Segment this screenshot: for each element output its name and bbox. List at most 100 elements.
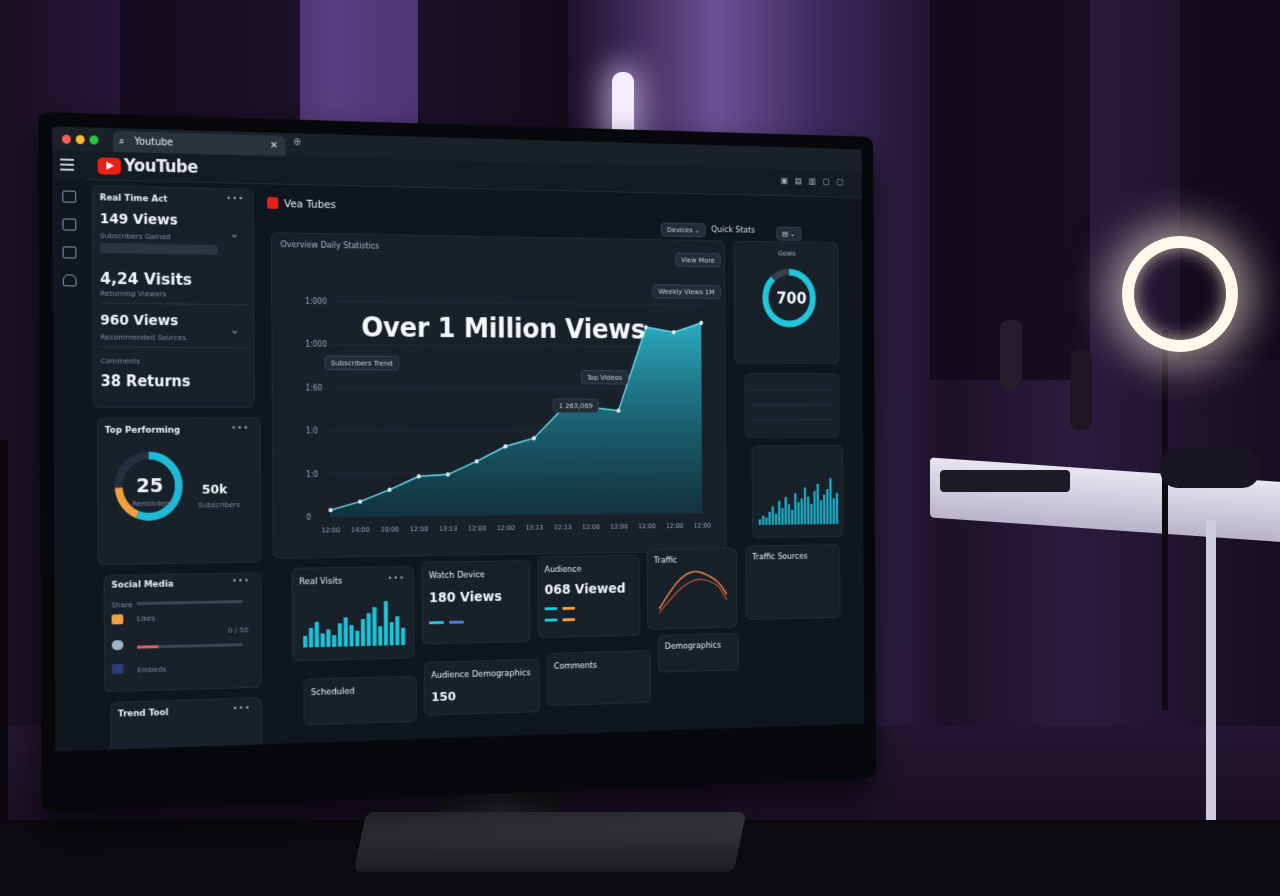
- comments-card: Comments: [546, 650, 652, 707]
- stat-caption: Comments: [100, 356, 141, 366]
- settings-icon[interactable]: ▥: [808, 177, 815, 186]
- divider: [749, 419, 835, 421]
- side-caption: Subscribers: [198, 500, 240, 510]
- x-tick-label: 12:00: [321, 526, 340, 534]
- more-icon[interactable]: •••: [226, 194, 244, 204]
- visits-bar: [337, 623, 343, 647]
- histogram-bar: [819, 500, 823, 525]
- more-icon[interactable]: •••: [233, 704, 251, 714]
- legend-swatch: [562, 618, 575, 622]
- more-icon[interactable]: •••: [231, 424, 249, 434]
- card-value: 068 Viewed: [544, 581, 626, 598]
- header-icons: ▣ ▤ ▥ ▢ ▢: [780, 177, 843, 188]
- social-item: Likes: [136, 613, 156, 623]
- window-icon[interactable]: ▢: [822, 178, 829, 187]
- analytics-icon[interactable]: [62, 246, 77, 259]
- card-title: Watch Device: [428, 570, 485, 582]
- divider: [749, 404, 835, 406]
- microphone: [1000, 320, 1022, 390]
- close-window-button[interactable]: [62, 134, 71, 144]
- x-tick-label: 12:00: [497, 524, 515, 532]
- histogram-bar: [810, 504, 813, 525]
- tooltip-subscribers: Subscribers Trend: [324, 355, 400, 371]
- x-tick-label: 12:00: [610, 523, 628, 531]
- tooltip-peak: Weekly Views 1M: [652, 284, 721, 300]
- quick-stats-label: Quick Stats: [711, 225, 756, 236]
- x-tick-label: 13:13: [525, 524, 543, 532]
- histogram-bar: [816, 483, 819, 525]
- histogram-bar: [765, 517, 768, 525]
- data-point: [416, 474, 421, 479]
- histogram-bar: [832, 498, 835, 525]
- menu-icon[interactable]: [60, 158, 75, 171]
- real-visits-card: Real Visits •••: [291, 565, 415, 662]
- maximize-window-button[interactable]: [89, 135, 99, 145]
- visits-bar: [314, 621, 319, 648]
- scheduled-card: Scheduled: [303, 675, 417, 726]
- x-tick-label: 12:00: [582, 523, 600, 531]
- side-value: 50k: [201, 482, 228, 498]
- subscriptions-icon[interactable]: [62, 274, 77, 287]
- visits-bar: [326, 629, 331, 647]
- traffic-line: [659, 579, 727, 613]
- legend-swatch: [562, 606, 575, 610]
- x-tick-label: 12:00: [694, 522, 711, 530]
- histogram-bar: [771, 506, 774, 525]
- realtime-card: Real Time Act ••• 149 Views Subscribers …: [91, 185, 255, 409]
- card-title: Demographics: [664, 641, 722, 652]
- data-point: [387, 487, 392, 492]
- search-icon: ⌕: [118, 136, 125, 148]
- filter-button[interactable]: ▤ ⌄: [776, 226, 802, 241]
- realtime-title: Real Time Act: [99, 193, 168, 205]
- sources-table-card: Traffic Sources: [745, 544, 841, 620]
- gauge-value: 25: [136, 473, 164, 498]
- youtube-logo[interactable]: YouTube: [97, 155, 198, 178]
- tab-close-icon[interactable]: ✕: [270, 135, 278, 156]
- chevron-down-icon[interactable]: ⌄: [230, 324, 239, 337]
- library-icon[interactable]: [62, 218, 77, 231]
- top-performing-card: Top Performing ••• 25 Reminders 50k Subs…: [96, 417, 262, 566]
- histogram-bar: [774, 513, 778, 525]
- y-tick-label: 1:0: [306, 470, 318, 479]
- visits-bar: [303, 635, 308, 648]
- minimize-window-button[interactable]: [75, 134, 85, 145]
- y-tick-label: 0: [306, 513, 311, 522]
- tripod-leg: [0, 440, 8, 840]
- histogram-bar: [803, 487, 807, 525]
- traffic-card: Traffic: [646, 547, 738, 630]
- logo-text: YouTube: [123, 156, 198, 178]
- top-performing-title: Top Performing: [104, 425, 181, 436]
- divider: [749, 389, 835, 391]
- data-point: [503, 444, 508, 449]
- stat-value: 960 Views: [100, 312, 179, 330]
- stat-value: 149 Views: [99, 211, 178, 229]
- histogram-bar: [768, 511, 771, 525]
- screen: ⌕ Youtube ✕ ⊕ YouTube ▣ ▤ ▥ ▢ ▢ Real Tim…: [52, 126, 865, 752]
- social-item: Share: [111, 600, 133, 610]
- notifications-icon[interactable]: ▣: [780, 177, 787, 186]
- share-icon: [111, 614, 124, 625]
- visits-bar: [349, 624, 354, 647]
- chevron-down-icon[interactable]: ⌄: [230, 228, 239, 241]
- fullscreen-icon[interactable]: ▢: [836, 178, 843, 187]
- stat-bar: [99, 243, 218, 255]
- new-tab-icon[interactable]: ⊕: [293, 137, 301, 148]
- devices-dropdown[interactable]: Devices ⌄: [660, 222, 707, 238]
- stat-value: 4,24 Visits: [100, 268, 193, 289]
- trend-title: Trend Tool: [117, 708, 169, 720]
- histogram-bar: [787, 504, 791, 525]
- trend-card: Trend Tool •••: [110, 697, 263, 752]
- visits-bar: [320, 633, 325, 648]
- grid-line: [330, 301, 702, 305]
- card-value: 150: [431, 689, 457, 705]
- social-title: Social Media: [111, 579, 174, 591]
- apps-icon[interactable]: ▤: [794, 177, 801, 186]
- watch-device-card: Watch Device 180 Views: [421, 560, 531, 645]
- more-icon[interactable]: •••: [232, 576, 250, 586]
- home-icon[interactable]: [62, 190, 77, 203]
- stat-value: 38 Returns: [100, 372, 191, 391]
- microphone: [1070, 350, 1092, 430]
- youtube-play-icon: [97, 156, 122, 175]
- tooltip-point: 1 263,069: [552, 398, 599, 413]
- histogram-bar: [794, 493, 797, 525]
